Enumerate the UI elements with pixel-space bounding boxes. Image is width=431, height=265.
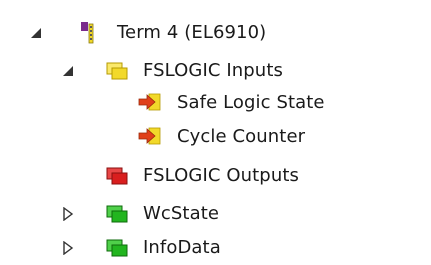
tree-node-cycle-counter[interactable]: Cycle Counter	[0, 120, 431, 154]
expanded-triangle-icon[interactable]	[29, 26, 43, 40]
tree-node-fslogic-outputs[interactable]: FSLOGIC Outputs	[0, 159, 431, 193]
collapsed-triangle-icon[interactable]	[61, 207, 75, 221]
io-tree: Term 4 (EL6910) FSLOGIC Inputs Safe Logi…	[0, 0, 431, 258]
tree-node-wcstate[interactable]: WcState	[0, 197, 431, 231]
collapsed-triangle-icon[interactable]	[61, 241, 75, 255]
tree-node-fslogic-inputs[interactable]: FSLOGIC Inputs	[0, 54, 431, 88]
tree-node-label: InfoData	[143, 237, 221, 258]
tree-node-label: FSLOGIC Inputs	[143, 60, 283, 81]
tree-node-label: Cycle Counter	[177, 126, 306, 147]
output-group-icon	[106, 167, 128, 185]
input-group-icon	[106, 62, 128, 80]
tree-node-label: FSLOGIC Outputs	[143, 165, 299, 186]
tree-node-label: Term 4 (EL6910)	[117, 22, 267, 43]
expanded-triangle-icon[interactable]	[61, 64, 75, 78]
status-group-icon	[106, 205, 128, 223]
status-group-icon	[106, 239, 128, 257]
input-variable-icon	[138, 127, 161, 145]
tree-node-label: WcState	[143, 203, 220, 224]
input-variable-icon	[138, 93, 161, 111]
tree-node-term[interactable]: Term 4 (EL6910)	[0, 16, 431, 50]
terminal-icon	[81, 22, 94, 44]
tree-node-safe-logic-state[interactable]: Safe Logic State	[0, 86, 431, 120]
tree-node-infodata[interactable]: InfoData	[0, 231, 431, 265]
tree-node-label: Safe Logic State	[177, 92, 325, 113]
